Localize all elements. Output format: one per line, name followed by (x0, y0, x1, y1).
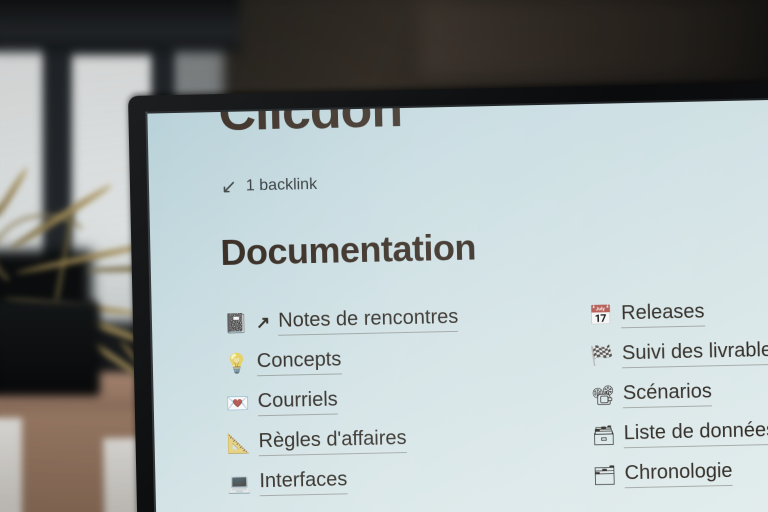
list-item[interactable]: 📐 Règles d'affaires (226, 419, 464, 464)
film-projector-icon: 📽 (590, 384, 616, 407)
list-item[interactable]: 🗂 Chronologie (592, 451, 768, 496)
list-item-label[interactable]: Notes de rencontres (277, 305, 459, 336)
documentation-link-columns: 📓 ↗ Notes de rencontres 💡 Concepts 💌 Cou… (152, 291, 768, 505)
monitor-screen: Clicdon ↙ 1 backlink Documentation 📓 ↗ N… (147, 99, 768, 512)
column-left: 📓 ↗ Notes de rencontres 💡 Concepts 💌 Cou… (224, 299, 466, 504)
wiki-page: Clicdon ↙ 1 backlink Documentation 📓 ↗ N… (147, 99, 768, 512)
list-item-label[interactable]: Suivi des livrables (621, 338, 768, 369)
list-item[interactable]: 💻 Interfaces (227, 459, 465, 504)
list-item[interactable]: 🗃 Liste de données (591, 411, 768, 456)
list-item-label[interactable]: Releases (620, 300, 705, 329)
laptop-icon: 💻 (227, 472, 252, 495)
list-item-label[interactable]: Chronologie (624, 459, 733, 489)
ceiling-beam (0, 0, 240, 52)
list-item[interactable]: 📽 Scénarios (590, 371, 768, 416)
notebook-icon: 📓 (223, 312, 248, 335)
calendar-icon: 📅 (588, 304, 614, 327)
paper-sheet-1 (0, 418, 22, 512)
wall-highlight-right (420, 0, 768, 78)
list-item[interactable]: 📅 Releases (589, 291, 768, 336)
screenshot-root: Clicdon ↙ 1 backlink Documentation 📓 ↗ N… (0, 0, 768, 512)
plant-pot (0, 300, 100, 396)
list-item[interactable]: 📓 ↗ Notes de rencontres (224, 299, 462, 344)
list-item-label[interactable]: Courriels (257, 388, 339, 417)
triangular-ruler-icon: 📐 (226, 432, 251, 455)
list-item-label[interactable]: Règles d'affaires (258, 427, 407, 457)
card-index-dividers-icon: 🗂 (592, 464, 618, 487)
column-right: 📅 Releases 🏁 Suivi des livrables 📽 Scéna… (589, 291, 768, 496)
list-item[interactable]: 💌 Courriels (225, 379, 463, 424)
section-heading-documentation: Documentation (219, 226, 477, 274)
backlink-indicator[interactable]: ↙ 1 backlink (220, 175, 318, 198)
list-item[interactable]: 🏁 Suivi des livrables (590, 331, 768, 376)
card-file-box-icon: 🗃 (591, 424, 617, 447)
external-link-icon: ↗ (255, 312, 271, 333)
love-letter-icon: 💌 (225, 392, 250, 415)
chequered-flag-icon: 🏁 (589, 344, 614, 367)
backlink-label: 1 backlink (245, 175, 318, 194)
list-item[interactable]: 💡 Concepts (224, 339, 462, 384)
arrow-down-left-icon: ↙ (220, 176, 238, 198)
list-item-label[interactable]: Liste de données (623, 418, 768, 449)
monitor-bezel: Clicdon ↙ 1 backlink Documentation 📓 ↗ N… (128, 81, 768, 512)
list-item-label[interactable]: Concepts (256, 348, 342, 377)
light-bulb-icon: 💡 (224, 352, 249, 375)
list-item-label[interactable]: Interfaces (259, 468, 348, 497)
list-item-label[interactable]: Scénarios (622, 380, 713, 409)
